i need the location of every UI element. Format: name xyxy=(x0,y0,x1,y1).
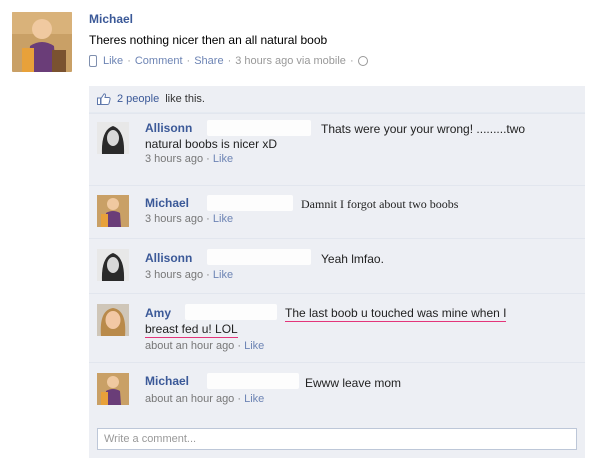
redaction-box xyxy=(207,373,299,389)
comment-timestamp: 3 hours ago xyxy=(145,269,204,281)
comment-meta: 3 hours ago · Like xyxy=(145,213,234,225)
separator: · xyxy=(349,55,354,67)
comment-text: Ewww leave mom xyxy=(305,376,402,390)
post-like-link[interactable]: Like xyxy=(103,55,123,67)
separator: · xyxy=(186,55,191,67)
comment-item: Amy The last boob u touched was mine whe… xyxy=(89,293,585,361)
redaction-box xyxy=(185,304,277,320)
comment-item: Allisonn Yeah lmfao. 3 hours ago · Like xyxy=(89,238,585,292)
comment-text-underlined: The last boob u touched was mine when I xyxy=(285,306,507,322)
likes-suffix: like this. xyxy=(165,93,205,105)
comment-meta: 3 hours ago · Like xyxy=(145,153,234,165)
post-author-name[interactable]: Michael xyxy=(89,12,592,26)
write-comment-input[interactable]: Write a comment... xyxy=(97,428,577,450)
commenter-avatar[interactable] xyxy=(97,249,129,281)
likes-row: 2 people like this. xyxy=(89,86,585,113)
commenter-avatar[interactable] xyxy=(97,373,129,405)
feedback-panel: 2 people like this. Allisonn Thats were … xyxy=(89,86,585,458)
comment-text: Damnit I forgot about two boobs xyxy=(301,197,459,211)
comment-meta: about an hour ago · Like xyxy=(145,393,265,405)
comment-item: Michael Damnit I forgot about two boobs … xyxy=(89,185,585,237)
mobile-icon xyxy=(89,55,97,67)
redaction-box xyxy=(207,249,311,265)
post-status-text: Theres nothing nicer then an all natural… xyxy=(89,33,328,47)
comment-text: Yeah lmfao. xyxy=(321,252,384,266)
comment-text-line2: natural boobs is nicer xD xyxy=(145,137,278,151)
comment-timestamp: about an hour ago xyxy=(145,393,235,405)
comment-timestamp: about an hour ago xyxy=(145,340,235,352)
comment-like-link[interactable]: Like xyxy=(213,269,233,281)
redaction-box xyxy=(207,195,293,211)
post-timestamp: 3 hours ago via mobile xyxy=(235,55,346,67)
comment-timestamp: 3 hours ago xyxy=(145,153,204,165)
post-meta: Like · Comment · Share · 3 hours ago via… xyxy=(89,55,592,67)
comment-author[interactable]: Amy xyxy=(145,306,171,320)
comment-item: Allisonn Thats were your your wrong! ...… xyxy=(89,113,585,172)
likes-count-link[interactable]: 2 people xyxy=(117,93,159,105)
redaction-box xyxy=(207,120,311,136)
commenter-avatar[interactable] xyxy=(97,122,129,154)
comment-author[interactable]: Michael xyxy=(145,374,189,388)
comment-item: Michael Ewww leave mom about an hour ago… xyxy=(89,362,585,422)
author-avatar[interactable] xyxy=(12,12,72,72)
commenter-avatar[interactable] xyxy=(97,304,129,336)
comment-like-link[interactable]: Like xyxy=(244,393,264,405)
comment-like-link[interactable]: Like xyxy=(213,213,233,225)
comment-meta: 3 hours ago · Like xyxy=(145,269,234,281)
globe-icon xyxy=(357,56,368,66)
commenter-avatar[interactable] xyxy=(97,195,129,227)
comment-meta: about an hour ago · Like xyxy=(145,340,265,352)
comment-author[interactable]: Allisonn xyxy=(145,121,192,135)
comment-timestamp: 3 hours ago xyxy=(145,213,204,225)
comment-text-line2: breast fed u! LOL xyxy=(145,322,238,338)
comment-author[interactable]: Allisonn xyxy=(145,251,192,265)
comment-text-underlined: breast fed u! LOL xyxy=(145,322,238,338)
facebook-post: Michael Theres nothing nicer then an all… xyxy=(0,0,600,467)
comment-like-link[interactable]: Like xyxy=(213,153,233,165)
post-comment-link[interactable]: Comment xyxy=(135,55,183,67)
comment-text: The last boob u touched was mine when I xyxy=(285,306,507,322)
post-body: Michael Theres nothing nicer then an all… xyxy=(89,12,592,67)
separator: · xyxy=(227,55,232,67)
comment-author[interactable]: Michael xyxy=(145,196,189,210)
thumbs-up-icon xyxy=(97,93,111,105)
comment-text: Thats were your your wrong! .........two xyxy=(321,122,526,136)
comment-like-link[interactable]: Like xyxy=(244,340,264,352)
post-share-link[interactable]: Share xyxy=(194,55,223,67)
separator: · xyxy=(127,55,131,67)
